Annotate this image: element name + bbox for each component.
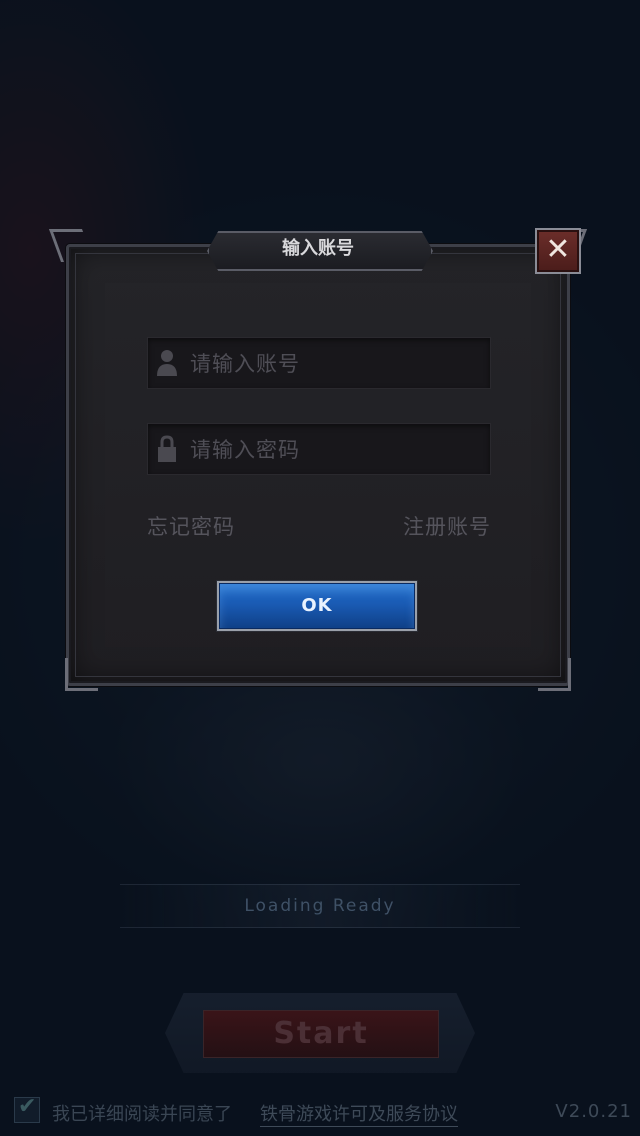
start-button[interactable]: Start xyxy=(203,1010,439,1058)
agreement-row: ✔ 我已详细阅读并同意了 铁骨游戏许可及服务协议 xyxy=(14,1094,634,1127)
account-field[interactable] xyxy=(147,337,491,390)
login-dialog: 输入账号 忘记密码 注册账号 OK xyxy=(48,229,588,691)
password-input[interactable] xyxy=(188,424,482,476)
account-input[interactable] xyxy=(188,338,482,390)
agreement-link[interactable]: 铁骨游戏许可及服务协议 xyxy=(260,1100,458,1127)
close-button[interactable]: ✕ xyxy=(535,228,581,274)
checkmark-icon: ✔ xyxy=(18,1094,37,1119)
forgot-password-link[interactable]: 忘记密码 xyxy=(147,511,235,541)
ok-button[interactable]: OK xyxy=(217,581,417,631)
dialog-corner-ornament xyxy=(65,658,98,691)
lock-icon xyxy=(158,435,176,462)
loading-status-text: Loading Ready xyxy=(244,896,396,916)
loading-bar: Loading Ready xyxy=(120,884,520,928)
register-account-link[interactable]: 注册账号 xyxy=(403,511,491,541)
agreement-text: 我已详细阅读并同意了 xyxy=(52,1104,232,1125)
dialog-corner-ornament xyxy=(538,658,571,691)
version-label: V2.0.21 xyxy=(555,1101,632,1122)
close-icon: ✕ xyxy=(545,232,571,267)
dialog-title: 输入账号 xyxy=(282,238,354,259)
user-icon xyxy=(157,350,177,376)
password-field[interactable] xyxy=(147,423,491,476)
agreement-checkbox[interactable]: ✔ xyxy=(14,1094,40,1123)
